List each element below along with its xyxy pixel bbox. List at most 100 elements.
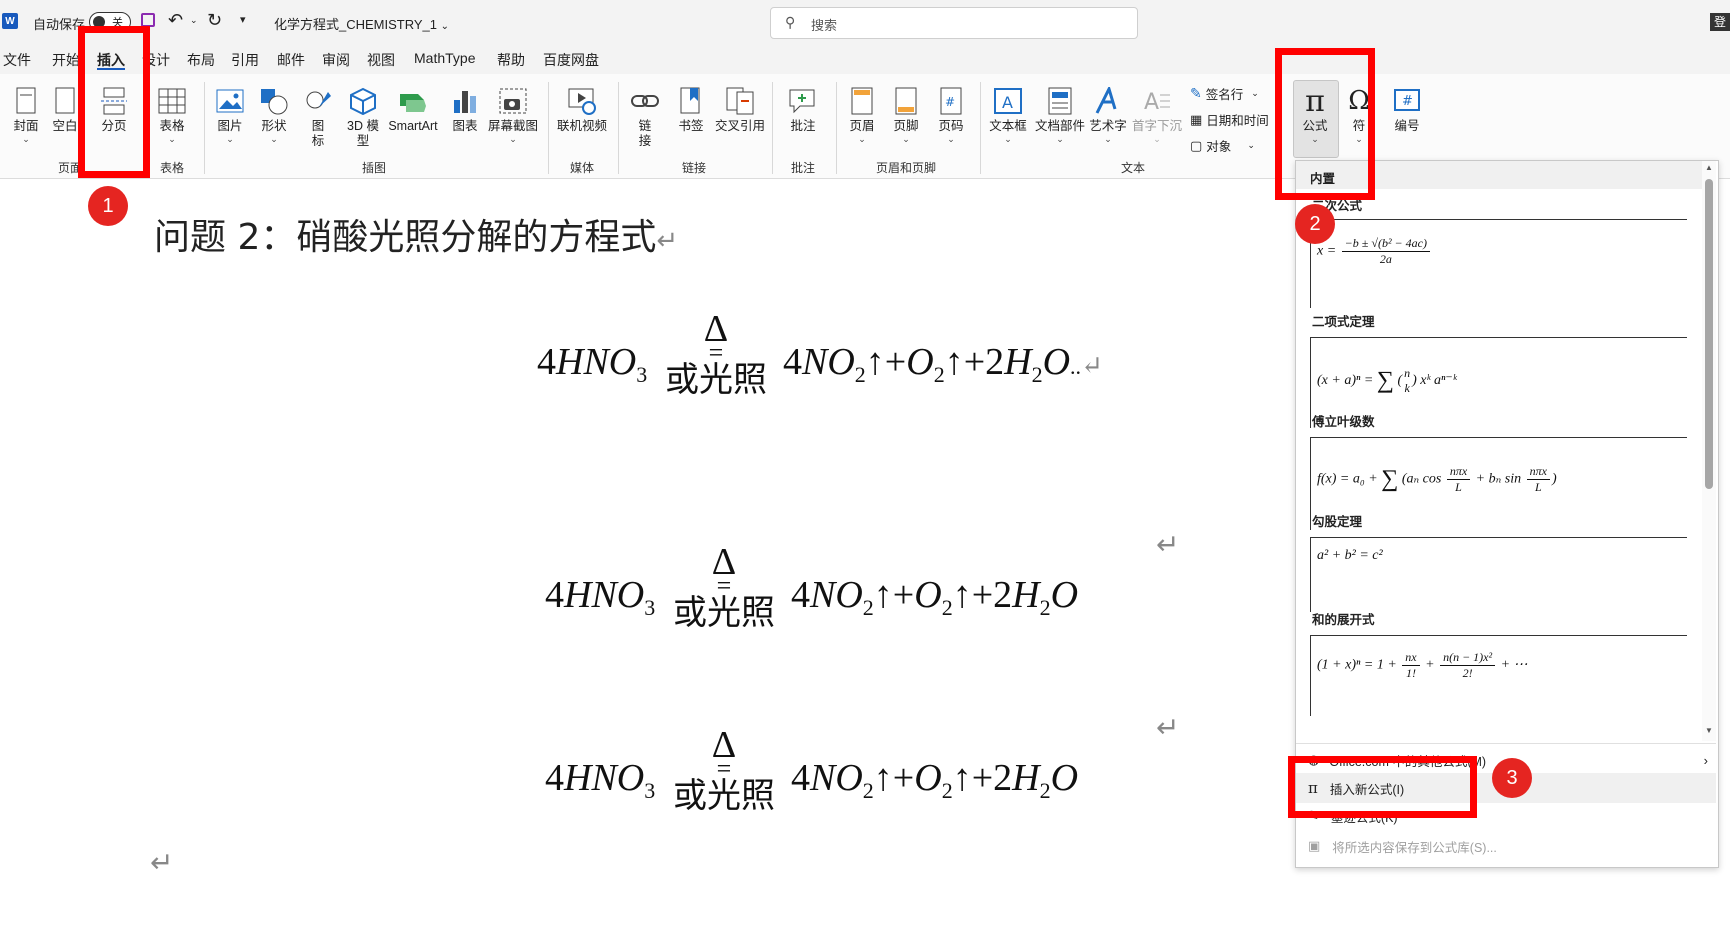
- annotation-box-insert-new-equation: [1288, 756, 1477, 818]
- blank-page-button[interactable]: 空白: [50, 86, 80, 134]
- gas-arrow: ↑: [952, 757, 972, 799]
- picture-icon: [216, 86, 244, 116]
- redo-icon[interactable]: ↻: [207, 10, 222, 31]
- binomial-formula: (x + a)ⁿ = ∑ (n k) xᵏ aⁿ⁻ᵏ: [1317, 366, 1457, 395]
- equation-item-sum-expansion[interactable]: (1 + x)ⁿ = 1 + nx 1! + n(n − 1)x² 2! + ⋯: [1310, 635, 1687, 716]
- cover-page-label: 封面: [13, 119, 39, 133]
- document-title[interactable]: 化学方程式_CHEMISTRY_1 ⌄: [274, 14, 449, 33]
- comment-button[interactable]: 批注: [786, 86, 820, 134]
- shapes-label: 形状: [261, 119, 287, 133]
- table-label: 表格: [159, 119, 185, 133]
- caret-down-icon: ⌄: [22, 134, 30, 144]
- tab-references[interactable]: 引用: [231, 50, 259, 70]
- chemical-equation-products[interactable]: 4NO2↑+O2↑+2H2O: [791, 573, 1078, 621]
- product2-formula: O: [914, 574, 942, 616]
- undo-dropdown-icon[interactable]: ⌄: [190, 15, 198, 26]
- date-time-label: 日期和时间: [1206, 114, 1269, 128]
- chemical-equation[interactable]: 4HNO3: [537, 340, 647, 388]
- tab-help[interactable]: 帮助: [497, 50, 525, 70]
- product2-subscript: 2: [933, 362, 945, 387]
- search-box[interactable]: ⚲ 搜索: [770, 7, 1138, 39]
- reactant-subscript: 3: [636, 362, 648, 387]
- page-number-button[interactable]: # 页码 ⌄: [935, 86, 967, 144]
- cross-reference-button[interactable]: 交叉引用: [714, 86, 766, 134]
- equal-sign: =: [708, 338, 724, 367]
- shapes-button[interactable]: 形状 ⌄: [257, 86, 291, 144]
- icons-label: 图 标: [311, 119, 325, 148]
- svg-text:#: #: [945, 95, 955, 109]
- screenshot-button[interactable]: 屏幕截图 ⌄: [488, 86, 538, 144]
- section-title: 勾股定理: [1312, 515, 1363, 529]
- caret-down-icon: ⌄: [226, 134, 234, 144]
- shapes-icon: [259, 86, 289, 116]
- header-button[interactable]: 页眉 ⌄: [846, 86, 878, 144]
- wordart-button[interactable]: 艺术字 ⌄: [1088, 86, 1128, 144]
- table-button[interactable]: 表格 ⌄: [155, 86, 189, 144]
- tab-layout[interactable]: 布局: [187, 50, 215, 70]
- equation-item-quadratic[interactable]: x = −b ± √(b² − 4ac) 2a: [1310, 219, 1687, 308]
- tab-view[interactable]: 视图: [367, 50, 395, 70]
- chevron-right-icon: ›: [1703, 752, 1708, 768]
- tab-file[interactable]: 文件: [3, 50, 31, 70]
- chart-button[interactable]: 图表: [450, 86, 480, 134]
- customize-qat-icon[interactable]: ▾: [240, 13, 246, 26]
- product1-coefficient: 4: [791, 757, 810, 799]
- signature-line-button[interactable]: ✎ 签名行 ⌄: [1190, 84, 1259, 103]
- tab-mailings[interactable]: 邮件: [277, 50, 305, 70]
- link-button[interactable]: 链 接: [630, 86, 660, 149]
- chemical-equation[interactable]: 4HNO3: [545, 573, 655, 621]
- annotation-badge: 1: [88, 186, 128, 226]
- tab-mathtype[interactable]: MathType: [414, 50, 475, 66]
- caret-down-icon: ⌄: [902, 134, 910, 144]
- caret-down-icon: ⌄: [509, 134, 517, 144]
- icons-button[interactable]: 图 标: [304, 86, 332, 149]
- 3d-model-button[interactable]: 3D 模 型: [343, 86, 383, 149]
- caret-down-icon: ⌄: [1247, 140, 1255, 150]
- caret-down-icon: ⌄: [270, 134, 278, 144]
- cross-reference-label: 交叉引用: [714, 119, 765, 133]
- login-button[interactable]: 登: [1710, 13, 1730, 31]
- product1-subscript: 2: [862, 778, 874, 803]
- chemical-equation[interactable]: 4HNO3: [545, 756, 655, 804]
- gas-arrow: ↑: [952, 574, 972, 616]
- picture-button[interactable]: 图片 ⌄: [214, 86, 246, 144]
- reactant-subscript: 3: [644, 595, 656, 620]
- tab-home[interactable]: 开始: [52, 50, 80, 70]
- undo-icon[interactable]: ↶: [168, 10, 183, 31]
- number-button[interactable]: # 编号: [1390, 86, 1424, 134]
- table-icon: [158, 86, 186, 116]
- footer-icon: [894, 86, 918, 116]
- textbox-button[interactable]: A 文本框 ⌄: [988, 86, 1028, 144]
- paragraph-mark: ↵: [656, 226, 679, 256]
- reactant-formula: HNO: [556, 341, 637, 383]
- footer-button[interactable]: 页脚 ⌄: [890, 86, 922, 144]
- object-button[interactable]: ▢ 对象 ⌄: [1190, 136, 1255, 155]
- quick-parts-button[interactable]: 文档部件 ⌄: [1034, 86, 1086, 144]
- panel-divider: [1296, 743, 1716, 744]
- reaction-condition: Δ = 或光照: [664, 726, 784, 818]
- group-tables-label: 表格: [160, 161, 185, 175]
- equation-item-pythagorean[interactable]: a² + b² = c²: [1310, 537, 1687, 612]
- scrollbar-thumb[interactable]: [1705, 179, 1713, 489]
- equation-item-fourier[interactable]: f(x) = a₀ + ∑ (aₙ cos nπx L + bₙ sin nπx L…: [1310, 437, 1687, 530]
- product2-subscript: 2: [941, 778, 953, 803]
- 3d-model-label: 3D 模 型: [347, 119, 379, 148]
- online-video-button[interactable]: 联机视频: [556, 86, 608, 134]
- pythagorean-formula: a² + b² = c²: [1317, 548, 1383, 563]
- calendar-icon: ▦: [1190, 111, 1203, 127]
- screenshot-icon: [498, 86, 528, 116]
- save-icon[interactable]: [141, 13, 155, 27]
- bookmark-button[interactable]: 书签: [675, 86, 707, 134]
- chemical-equation-products[interactable]: 4NO2↑+O2↑+2H2O: [791, 756, 1078, 804]
- date-time-button[interactable]: ▦ 日期和时间: [1190, 110, 1269, 129]
- smartart-icon: [398, 86, 428, 116]
- caret-down-icon: ⌄: [1104, 134, 1112, 144]
- tab-review[interactable]: 审阅: [322, 50, 350, 70]
- smartart-button[interactable]: SmartArt: [386, 86, 440, 134]
- cover-page-button[interactable]: 封面 ⌄: [10, 86, 42, 144]
- chemical-equation-products[interactable]: 4NO2↑+O2↑+2H2O..↵: [783, 340, 1103, 388]
- textbox-icon: A: [993, 86, 1023, 116]
- tab-baidu-netdisk[interactable]: 百度网盘: [543, 50, 599, 70]
- link-icon: [630, 86, 660, 116]
- annotation-badge: 3: [1492, 758, 1532, 798]
